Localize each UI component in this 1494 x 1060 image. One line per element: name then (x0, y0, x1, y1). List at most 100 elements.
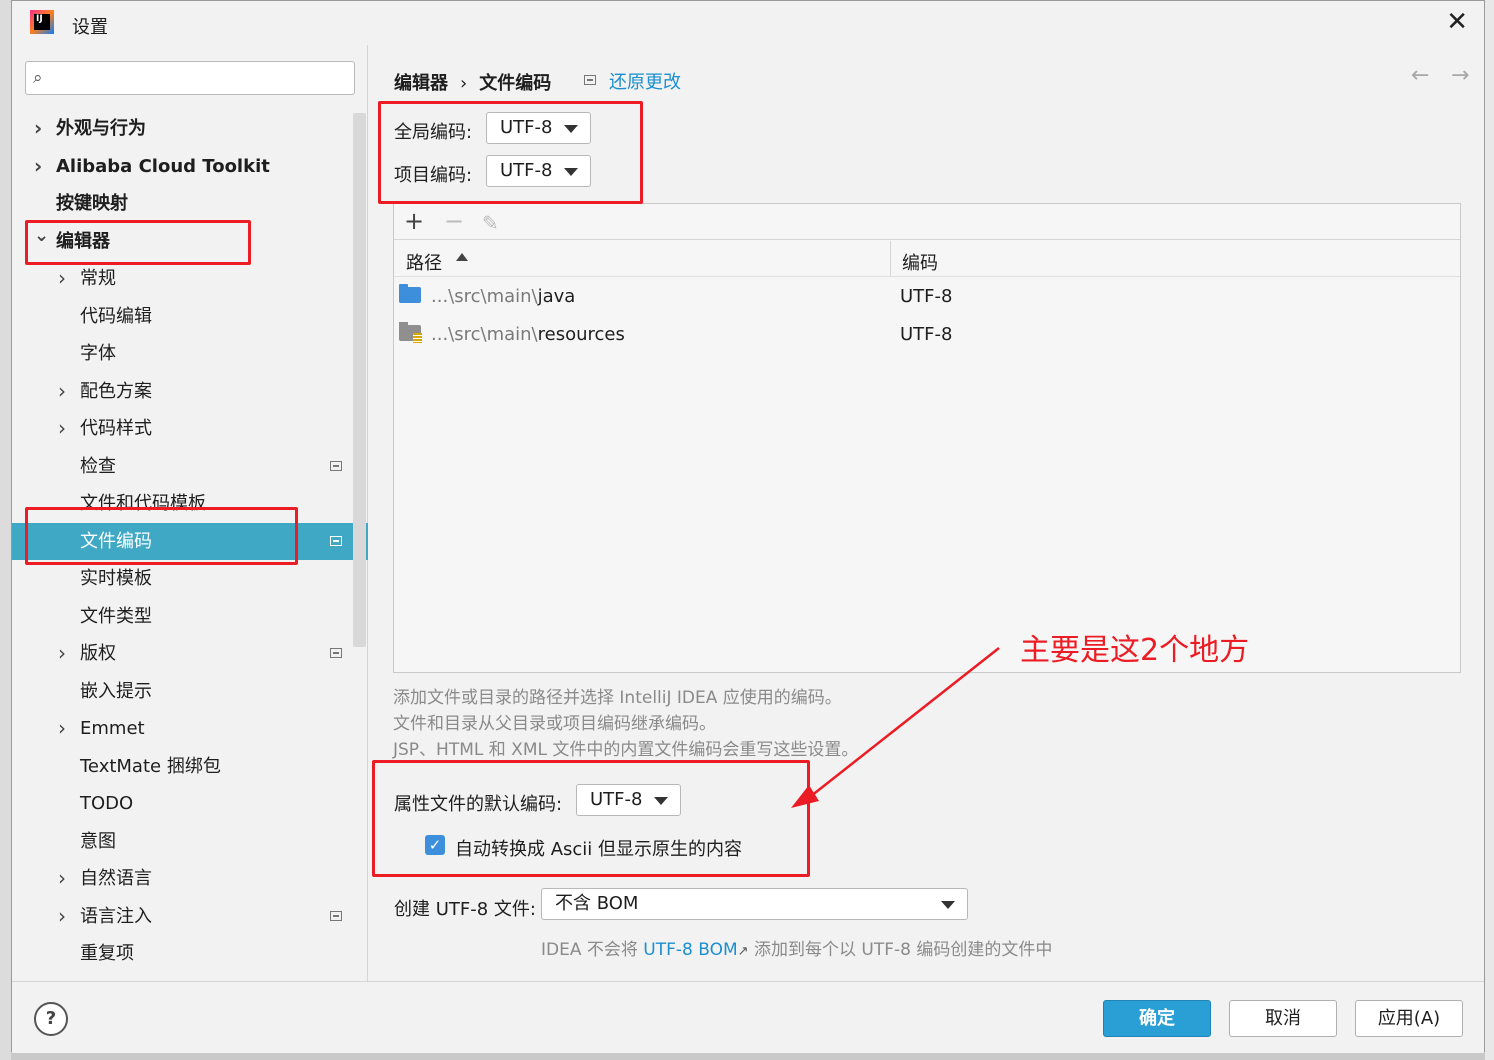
close-icon[interactable]: ✕ (1446, 9, 1468, 35)
add-icon[interactable]: + (404, 208, 424, 234)
chevron-right-icon[interactable]: › (34, 110, 42, 148)
global-encoding-value: UTF-8 (500, 117, 553, 138)
sidebar-item-label: Emmet (80, 718, 145, 739)
sidebar-item[interactable]: 代码编辑 (12, 298, 368, 336)
sidebar-item-label: 检查 (80, 455, 116, 477)
bom-note-suffix: 添加到每个以 UTF-8 编码创建的文件中 (753, 940, 1053, 960)
table-row[interactable]: ...\src\main\resources UTF-8 (394, 316, 1460, 354)
search-input[interactable] (58, 66, 348, 90)
sidebar-item[interactable]: 字体 (12, 335, 368, 373)
reset-changes-link[interactable]: 还原更改 (609, 68, 681, 94)
sidebar-item[interactable]: 文件和代码模板 (12, 485, 368, 523)
sidebar-item[interactable]: › 常规 (12, 260, 368, 298)
hint-line: 添加文件或目录的路径并选择 IntelliJ IDEA 应使用的编码。 (393, 688, 842, 708)
sidebar-item[interactable]: › 语言注入 (12, 898, 368, 936)
sidebar-item[interactable]: ⌄ 编辑器 (12, 223, 368, 261)
chevron-right-icon[interactable]: › (34, 148, 42, 186)
row-encoding[interactable]: UTF-8 (900, 324, 952, 345)
sidebar-scrollbar[interactable] (353, 113, 366, 647)
window-title: 设置 (72, 17, 108, 38)
chevron-right-icon[interactable]: › (58, 710, 66, 748)
chevron-right-icon[interactable]: › (58, 860, 66, 898)
sidebar-item[interactable]: 文件类型 (12, 598, 368, 636)
sidebar-item-label: 文件和代码模板 (80, 493, 206, 514)
sidebar-item[interactable]: 意图 (12, 823, 368, 861)
sidebar-item-label: TODO (80, 793, 134, 814)
breadcrumb-parent[interactable]: 编辑器 (394, 73, 448, 94)
sidebar-item[interactable]: TextMate 捆绑包 (12, 748, 368, 786)
column-header-path[interactable]: 路径 (406, 249, 442, 275)
row-path: ...\src\main\resources (431, 324, 625, 345)
column-divider[interactable] (890, 241, 891, 277)
folder-icon (399, 284, 421, 303)
sidebar-item[interactable]: 文件编码 (12, 522, 368, 560)
sidebar-item[interactable]: › 代码样式 (12, 410, 368, 448)
sidebar-item-label: 实时模板 (80, 568, 152, 589)
sidebar-item[interactable]: TODO (12, 785, 368, 823)
sidebar-item-label: 意图 (80, 830, 116, 852)
chevron-down-icon[interactable]: ⌄ (34, 217, 49, 255)
table-row[interactable]: ...\src\main\java UTF-8 (394, 278, 1460, 316)
chevron-down-icon (564, 125, 578, 133)
row-encoding[interactable]: UTF-8 (900, 286, 952, 307)
help-button[interactable]: ? (34, 1002, 68, 1036)
chevron-right-icon[interactable]: › (58, 260, 66, 298)
sidebar-item[interactable]: 实时模板 (12, 560, 368, 598)
sidebar-item-label: 按键映射 (56, 193, 128, 214)
project-scope-icon (330, 535, 342, 546)
path-name: resources (537, 324, 625, 345)
settings-tree: › 外观与行为 › Alibaba Cloud Toolkit 按键映射 ⌄ 编辑器 › 常规代… (12, 110, 368, 973)
sidebar-item[interactable]: › 自然语言 (12, 860, 368, 898)
path-prefix: ...\src\main\ (431, 286, 538, 307)
sidebar-item[interactable]: 检查 (12, 448, 368, 486)
sidebar-item-label: TextMate 捆绑包 (80, 755, 221, 777)
sort-ascending-icon[interactable] (456, 253, 468, 261)
sidebar-item[interactable]: › 外观与行为 (12, 110, 368, 148)
sidebar-item-label: 重复项 (80, 943, 134, 964)
sidebar-item[interactable]: 重复项 (12, 935, 368, 973)
search-input-box[interactable]: ⌕ (25, 61, 355, 95)
chevron-down-icon (654, 797, 668, 805)
external-link-icon: ↗ (737, 944, 749, 959)
sidebar-item-label: 文件编码 (80, 530, 152, 552)
table-header: 路径 编码 (394, 241, 1460, 277)
sidebar-item-label: 字体 (80, 343, 116, 364)
forward-arrow-icon[interactable]: → (1451, 63, 1469, 88)
edit-icon[interactable]: ✎ (482, 210, 499, 236)
ok-button[interactable]: 确定 (1103, 1000, 1211, 1037)
chevron-right-icon[interactable]: › (58, 635, 66, 673)
remove-icon[interactable]: − (444, 208, 464, 234)
sidebar-item[interactable]: › 配色方案 (12, 373, 368, 411)
sidebar-item-label: 文件类型 (80, 605, 152, 627)
back-arrow-icon[interactable]: ← (1411, 63, 1429, 88)
sidebar-item[interactable]: › Emmet (12, 710, 368, 748)
project-encoding-label: 项目编码: (394, 165, 473, 186)
global-encoding-select[interactable]: UTF-8 (486, 112, 591, 144)
bom-select[interactable]: 不含 BOM (541, 888, 968, 920)
annotation-text: 主要是这2个地方 (1020, 633, 1250, 668)
native-to-ascii-checkbox[interactable]: ✓ (425, 835, 445, 855)
sidebar-item[interactable]: › Alibaba Cloud Toolkit (12, 148, 368, 186)
path-prefix: ...\src\main\ (431, 324, 538, 345)
sidebar-item[interactable]: 嵌入提示 (12, 673, 368, 711)
project-scope-icon (330, 910, 342, 921)
sidebar-item-label: 自然语言 (80, 868, 152, 889)
apply-button[interactable]: 应用(A) (1355, 1000, 1463, 1037)
sidebar-item[interactable]: 按键映射 (12, 185, 368, 223)
settings-dialog: IJ 设置 ✕ ⌕ › 外观与行为 › Alibaba Cloud Toolkit 按键… (11, 0, 1485, 1053)
bom-note-prefix: IDEA 不会将 (541, 940, 638, 960)
chevron-right-icon[interactable]: › (58, 898, 66, 936)
cancel-button[interactable]: 取消 (1229, 1000, 1337, 1037)
sidebar-item[interactable]: › 版权 (12, 635, 368, 673)
sidebar-item-label: 配色方案 (80, 380, 152, 402)
column-header-encoding[interactable]: 编码 (902, 249, 938, 275)
background-strip-right (1485, 0, 1494, 1060)
project-encoding-select[interactable]: UTF-8 (486, 155, 591, 187)
native-to-ascii-label[interactable]: 自动转换成 Ascii 但显示原生的内容 (455, 835, 742, 861)
bom-note-link[interactable]: UTF-8 BOM (643, 940, 737, 960)
chevron-right-icon[interactable]: › (58, 373, 66, 411)
chevron-right-icon[interactable]: › (58, 410, 66, 448)
project-scope-icon (330, 460, 342, 471)
breadcrumb-separator: › (460, 73, 468, 94)
properties-encoding-select[interactable]: UTF-8 (576, 784, 681, 816)
